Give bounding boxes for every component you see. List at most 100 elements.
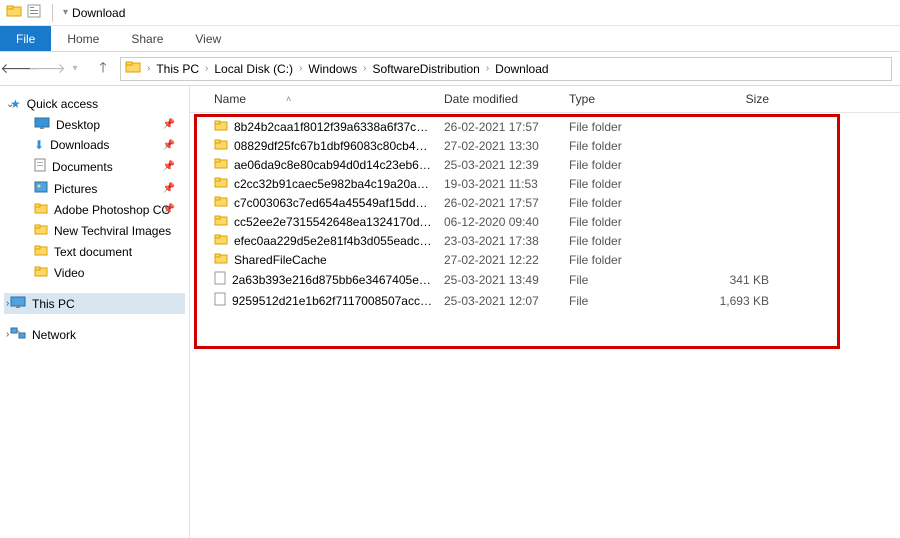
sidebar-item-techviral[interactable]: New Techviral Images xyxy=(4,220,185,241)
ribbon: File Home Share View xyxy=(0,26,900,52)
pin-icon: 📌 xyxy=(163,204,175,215)
chevron-right-icon[interactable]: › xyxy=(484,63,491,74)
chevron-right-icon[interactable]: › xyxy=(203,63,210,74)
window-title: Download xyxy=(72,6,125,20)
file-name: efec0aa229d5e2e81f4b3d055eadcce4 xyxy=(234,234,434,248)
properties-icon[interactable] xyxy=(26,3,42,22)
file-date: 26-02-2021 17:57 xyxy=(444,120,569,134)
document-icon xyxy=(34,158,46,175)
sidebar-item-documents[interactable]: Documents 📌 xyxy=(4,155,185,178)
desktop-icon xyxy=(34,117,50,132)
sidebar-item-label: Text document xyxy=(54,245,132,259)
breadcrumb[interactable]: Local Disk (C:) xyxy=(214,62,293,76)
breadcrumb[interactable]: This PC xyxy=(156,62,199,76)
forward-button[interactable]: 🡒 xyxy=(36,58,58,80)
folder-icon xyxy=(6,3,22,22)
folder-icon xyxy=(125,59,141,78)
sidebar-item-label: This PC xyxy=(32,297,75,311)
sidebar-item-adobe[interactable]: Adobe Photoshop CC 📌 xyxy=(4,199,185,220)
sidebar-item-desktop[interactable]: Desktop 📌 xyxy=(4,114,185,135)
back-button[interactable]: 🡐 xyxy=(8,58,30,80)
sidebar-network[interactable]: › Network xyxy=(4,324,185,345)
table-row[interactable]: cc52ee2e7315542648ea1324170dbda806-12-20… xyxy=(200,212,890,231)
sidebar-quick-access[interactable]: ⌄ ★ Quick access xyxy=(4,94,185,114)
table-row[interactable]: SharedFileCache27-02-2021 12:22File fold… xyxy=(200,250,890,269)
tab-home[interactable]: Home xyxy=(51,26,115,51)
tab-view[interactable]: View xyxy=(179,26,237,51)
table-row[interactable]: 08829df25fc67b1dbf96083c80cb441c27-02-20… xyxy=(200,136,890,155)
file-size: 1,693 KB xyxy=(679,294,769,308)
breadcrumb[interactable]: Windows xyxy=(308,62,357,76)
file-type: File folder xyxy=(569,158,679,172)
folder-icon xyxy=(214,157,228,172)
column-size[interactable]: Size xyxy=(679,92,769,106)
chevron-down-icon[interactable]: ⌄ xyxy=(6,99,14,110)
chevron-right-icon[interactable]: › xyxy=(6,329,9,340)
chevron-right-icon[interactable]: › xyxy=(145,63,152,74)
file-date: 25-03-2021 12:39 xyxy=(444,158,569,172)
table-row[interactable]: 9259512d21e1b62f7117008507acc2b972f7...2… xyxy=(200,290,890,311)
file-date: 23-03-2021 17:38 xyxy=(444,234,569,248)
folder-icon xyxy=(214,195,228,210)
folder-icon xyxy=(214,138,228,153)
separator xyxy=(52,4,53,22)
breadcrumb[interactable]: SoftwareDistribution xyxy=(372,62,479,76)
tab-file[interactable]: File xyxy=(0,26,51,51)
breadcrumb[interactable]: Download xyxy=(495,62,548,76)
table-row[interactable]: 8b24b2caa1f8012f39a6338a6f37c46e 26-02-20… xyxy=(200,117,890,136)
sidebar-item-text-document[interactable]: Text document xyxy=(4,241,185,262)
address-bar[interactable]: › This PC › Local Disk (C:) › Windows › … xyxy=(120,57,892,81)
file-size: 341 KB xyxy=(679,273,769,287)
file-name: SharedFileCache xyxy=(234,253,327,267)
network-icon xyxy=(10,327,26,342)
sidebar-item-downloads[interactable]: ⬇ Downloads 📌 xyxy=(4,135,185,155)
file-date: 27-02-2021 13:30 xyxy=(444,139,569,153)
file-date: 06-12-2020 09:40 xyxy=(444,215,569,229)
sidebar-this-pc[interactable]: › This PC xyxy=(4,293,185,314)
file-type: File folder xyxy=(569,196,679,210)
column-name[interactable]: Name˄ xyxy=(214,92,444,106)
file-list: 8b24b2caa1f8012f39a6338a6f37c46e 26-02-20… xyxy=(190,113,900,321)
column-type[interactable]: Type xyxy=(569,92,679,106)
pictures-icon xyxy=(34,181,48,196)
file-type: File xyxy=(569,273,679,287)
file-date: 25-03-2021 13:49 xyxy=(444,273,569,287)
up-button[interactable]: 🡑 xyxy=(92,58,114,80)
table-row[interactable]: c7c003063c7ed654a45549af15ddbcd326-02-20… xyxy=(200,193,890,212)
sidebar-item-label: Downloads xyxy=(50,138,109,152)
file-date: 26-02-2021 17:57 xyxy=(444,196,569,210)
column-date[interactable]: Date modified xyxy=(444,92,569,106)
recent-dropdown-icon[interactable]: ▾ xyxy=(64,58,86,80)
file-date: 27-02-2021 12:22 xyxy=(444,253,569,267)
file-date: 19-03-2021 11:53 xyxy=(444,177,569,191)
sidebar: ⌄ ★ Quick access Desktop 📌 ⬇ Downloads 📌… xyxy=(0,86,190,538)
this-pc-icon xyxy=(10,296,26,311)
file-type: File folder xyxy=(569,177,679,191)
chevron-right-icon[interactable]: › xyxy=(361,63,368,74)
sidebar-item-label: Documents xyxy=(52,160,113,174)
qat-dropdown-icon[interactable]: ▾ xyxy=(63,7,68,18)
sidebar-item-video[interactable]: Video xyxy=(4,262,185,283)
file-type: File xyxy=(569,294,679,308)
sidebar-item-label: Adobe Photoshop CC xyxy=(54,203,170,217)
table-row[interactable]: ae06da9c8e80cab94d0d14c23eb6833b 25-03-20… xyxy=(200,155,890,174)
chevron-right-icon[interactable]: › xyxy=(297,63,304,74)
file-pane: Name˄ Date modified Type Size 8b24b2caa1… xyxy=(190,86,900,538)
table-row[interactable]: c2cc32b91caec5e982ba4c19a20a2b4019-03-20… xyxy=(200,174,890,193)
file-name: 8b24b2caa1f8012f39a6338a6f37c46e xyxy=(234,120,434,134)
column-headers: Name˄ Date modified Type Size xyxy=(190,86,900,113)
file-name: 2a63b393e216d875bb6e3467405eea5e56c... xyxy=(232,273,432,287)
sidebar-item-pictures[interactable]: Pictures 📌 xyxy=(4,178,185,199)
chevron-right-icon[interactable]: › xyxy=(6,298,9,309)
file-name: ae06da9c8e80cab94d0d14c23eb6833b xyxy=(234,158,434,172)
folder-icon xyxy=(214,176,228,191)
folder-icon xyxy=(34,265,48,280)
file-date: 25-03-2021 12:07 xyxy=(444,294,569,308)
title-bar: ▾ Download xyxy=(0,0,900,26)
tab-share[interactable]: Share xyxy=(115,26,179,51)
table-row[interactable]: efec0aa229d5e2e81f4b3d055eadcce4 23-03-20… xyxy=(200,231,890,250)
sidebar-item-label: New Techviral Images xyxy=(54,224,171,238)
folder-icon xyxy=(214,233,228,248)
file-icon xyxy=(214,292,226,309)
table-row[interactable]: 2a63b393e216d875bb6e3467405eea5e56c... 25… xyxy=(200,269,890,290)
